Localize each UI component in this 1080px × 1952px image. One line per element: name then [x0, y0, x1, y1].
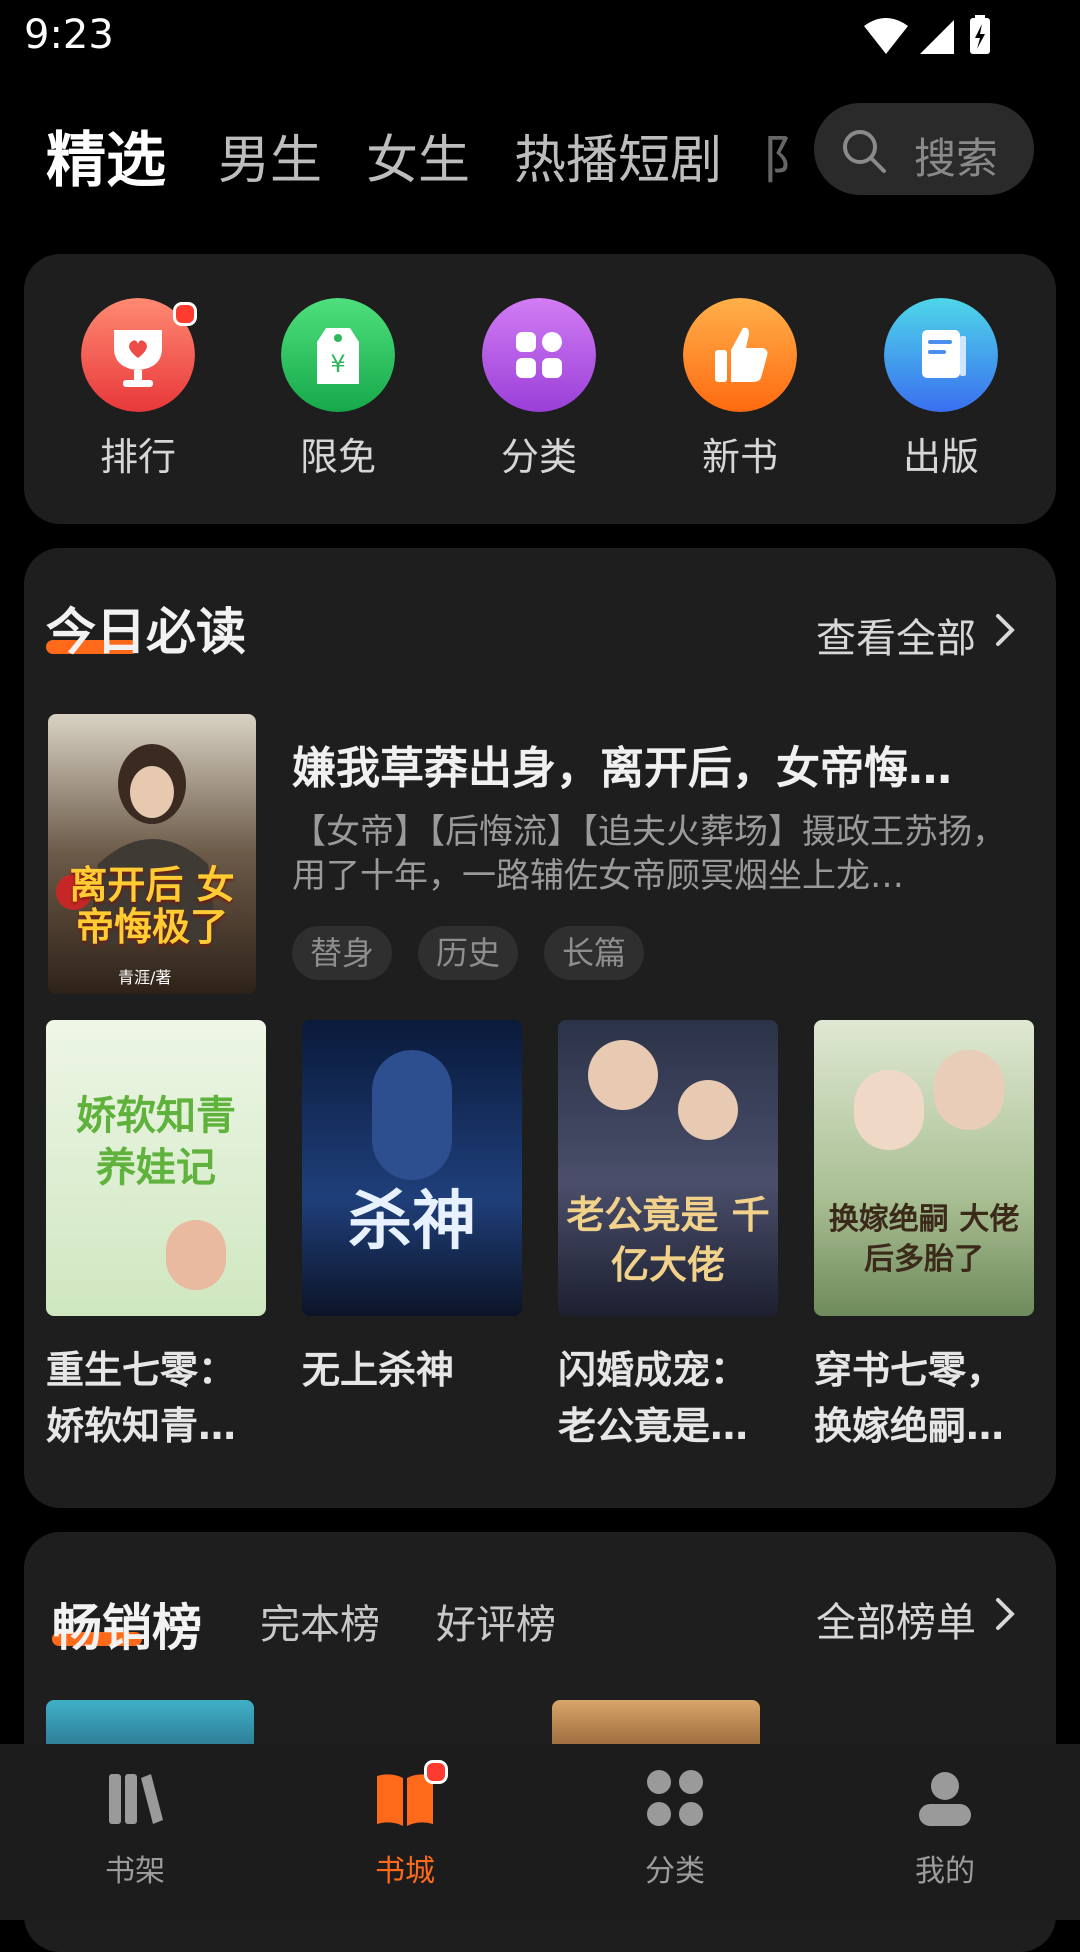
featured-book-title[interactable]: 嫌我草莽出身，离开后，女帝悔… [292, 732, 1012, 796]
quick-publish[interactable]: 出版 [861, 298, 1021, 498]
cover-figure [588, 1040, 658, 1110]
cover-title: 杀神 [348, 1185, 476, 1259]
book-title-line: 无上杀神 [302, 1348, 455, 1392]
signal-icon [920, 20, 954, 54]
cover-figure [678, 1080, 738, 1140]
search-placeholder: 搜索 [914, 134, 999, 183]
quick-category[interactable]: 分类 [459, 298, 619, 498]
book-title-line: 穿书七零， [814, 1348, 1005, 1392]
tag[interactable]: 历史 [418, 926, 519, 980]
grid-icon [482, 298, 596, 412]
chevron-right-icon[interactable] [994, 1596, 1016, 1632]
status-icons [864, 15, 990, 54]
book-title-line: 重生七零： [46, 1348, 237, 1392]
book-title-line: 闪婚成宠： [558, 1348, 749, 1392]
cover-figure [934, 1050, 1004, 1130]
quick-label: 分类 [500, 435, 577, 479]
daily-reads-card: 今日必读 查看全部 离开后 女帝悔极了 青涯/著 嫌我草莽出身，离开后，女帝悔…… [24, 548, 1056, 1508]
status-time: 9:23 [24, 12, 114, 58]
book-title-line: 换嫁绝嗣… [814, 1404, 1005, 1448]
tab-male[interactable]: 男生 [218, 118, 322, 193]
cover-figure [372, 1050, 452, 1180]
category-icon [647, 1770, 703, 1826]
quick-label: 限免 [299, 435, 376, 479]
quick-label: 出版 [902, 435, 979, 479]
book-title: 无上杀神 [302, 1342, 522, 1398]
view-all-link[interactable]: 查看全部 [816, 606, 976, 664]
svg-text:¥: ¥ [330, 350, 345, 378]
tab-overflow[interactable]: 阝 [762, 118, 802, 188]
profile-icon [919, 1772, 971, 1826]
cover-title: 娇软知青 养娃记 [76, 1093, 236, 1191]
nav-label: 我的 [915, 1854, 975, 1889]
notification-dot [424, 1760, 448, 1784]
book-title: 穿书七零， 换嫁绝嗣… [814, 1342, 1034, 1454]
thumbs-up-icon [683, 298, 797, 412]
featured-book-cover[interactable]: 离开后 女帝悔极了 青涯/著 [48, 714, 256, 994]
book-cover: 娇软知青 养娃记 [46, 1020, 266, 1316]
tab-top-rated[interactable]: 好评榜 [436, 1592, 556, 1650]
cover-title: 老公竟是 千亿大佬 [566, 1193, 770, 1287]
book-title-line: 老公竟是… [558, 1404, 749, 1448]
search-box[interactable]: 搜索 [814, 103, 1034, 195]
tab-female[interactable]: 女生 [366, 118, 470, 193]
quick-label: 新书 [701, 435, 778, 479]
book-cover: 老公竟是 千亿大佬 [558, 1020, 778, 1316]
quick-entry-card: 排行 ¥ 限免 分类 新书 出版 [24, 254, 1056, 524]
cover-figure [854, 1070, 924, 1150]
cover-art [48, 714, 256, 994]
tag[interactable]: 替身 [292, 926, 393, 980]
nav-label: 书架 [105, 1854, 165, 1889]
quick-free[interactable]: ¥ 限免 [258, 298, 418, 498]
chevron-right-icon[interactable] [994, 612, 1016, 648]
cover-title: 换嫁绝嗣 大佬后多胎了 [828, 1202, 1020, 1277]
all-rankings-link[interactable]: 全部榜单 [816, 1590, 976, 1648]
section-title[interactable]: 畅销榜 [52, 1588, 202, 1660]
cover-figure [166, 1220, 226, 1290]
wifi-icon [864, 18, 908, 54]
bookshelf-icon [109, 1774, 163, 1824]
book-cover: 杀神 [302, 1020, 522, 1316]
quick-ranking[interactable]: 排行 [58, 298, 218, 498]
quick-label: 排行 [99, 435, 176, 479]
tag[interactable]: 长篇 [544, 926, 645, 980]
book-icon [884, 298, 998, 412]
price-tag-icon: ¥ [281, 298, 395, 412]
nav-bookshelf[interactable]: 书架 [0, 1744, 270, 1920]
search-icon [843, 130, 886, 173]
cover-title: 离开后 女帝悔极了 [69, 863, 235, 949]
quick-new-books[interactable]: 新书 [660, 298, 820, 498]
book-cover: 换嫁绝嗣 大佬后多胎了 [814, 1020, 1034, 1316]
status-bar: 9:23 [0, 0, 1080, 72]
nav-bookstore[interactable]: 书城 [270, 1744, 540, 1920]
tab-short-drama[interactable]: 热播短剧 [514, 118, 722, 193]
tab-completed[interactable]: 完本榜 [260, 1592, 380, 1650]
book-title: 重生七零： 娇软知青… [46, 1342, 266, 1454]
cover-author: 青涯/著 [118, 968, 172, 987]
battery-icon [970, 15, 990, 54]
section-title: 今日必读 [46, 603, 246, 661]
book-title: 闪婚成宠： 老公竟是… [558, 1342, 778, 1454]
nav-label: 书城 [375, 1854, 435, 1889]
notification-dot [173, 302, 197, 326]
nav-profile[interactable]: 我的 [810, 1744, 1080, 1920]
bottom-nav: 书架 书城 分类 我的 [0, 1744, 1080, 1920]
book-title-line: 娇软知青… [46, 1404, 237, 1448]
tab-featured[interactable]: 精选 [46, 112, 166, 199]
nav-category[interactable]: 分类 [540, 1744, 810, 1920]
featured-book-description: 【女帝】【后悔流】【追夫火葬场】摄政王苏扬，用了十年，一路辅佐女帝顾冥烟坐上龙… [292, 812, 1006, 896]
nav-label: 分类 [645, 1854, 705, 1889]
